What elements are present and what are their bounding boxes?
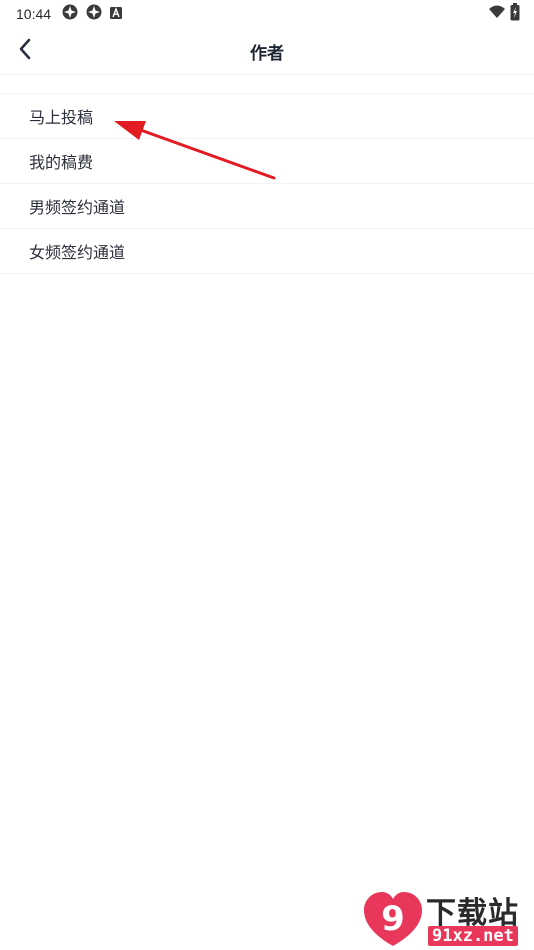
app-notification-icon <box>85 3 103 25</box>
status-bar: 10:44 <box>0 0 534 28</box>
author-menu-list: 马上投稿 我的稿费 男频签约通道 女频签约通道 <box>0 93 534 274</box>
wifi-icon <box>488 4 506 24</box>
page-title: 作者 <box>250 43 284 64</box>
a-badge-icon <box>109 5 123 24</box>
status-icons-right <box>488 3 520 25</box>
battery-charging-icon <box>510 3 520 25</box>
chevron-left-icon <box>18 38 32 64</box>
back-button[interactable] <box>12 38 38 64</box>
status-time: 10:44 <box>16 6 52 22</box>
menu-item-label: 我的稿费 <box>29 153 94 172</box>
menu-item-female-channel-signing[interactable]: 女频签约通道 <box>0 229 534 274</box>
watermark: 9 下载站 91xz.net <box>362 888 534 950</box>
menu-item-my-royalties[interactable]: 我的稿费 <box>0 139 534 184</box>
menu-item-label: 马上投稿 <box>29 108 94 127</box>
status-icons-left <box>61 3 123 25</box>
watermark-logo: 9 <box>364 892 422 946</box>
menu-item-label: 男频签约通道 <box>29 198 126 217</box>
menu-item-male-channel-signing[interactable]: 男频签约通道 <box>0 184 534 229</box>
watermark-logo-text: 9 <box>381 899 405 939</box>
watermark-url: 91xz.net <box>428 926 518 946</box>
menu-item-label: 女频签约通道 <box>29 243 126 262</box>
app-notification-icon <box>61 3 79 25</box>
app-header: 作者 <box>0 28 534 75</box>
menu-item-submit-manuscript[interactable]: 马上投稿 <box>0 94 534 139</box>
